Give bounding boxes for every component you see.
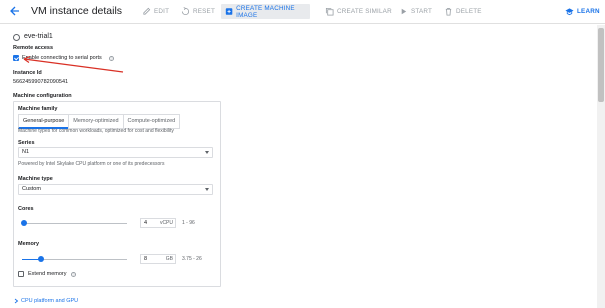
create-machine-image-button[interactable]: CREATE MACHINE IMAGE xyxy=(221,4,310,19)
memory-value: 8 xyxy=(144,256,148,262)
start-label: START xyxy=(411,8,433,15)
machine-configuration-heading: Machine configuration xyxy=(13,93,72,99)
remote-access-heading: Remote access xyxy=(13,45,54,51)
back-arrow-icon[interactable] xyxy=(9,5,21,17)
cores-slider-thumb[interactable] xyxy=(21,220,27,226)
memory-range: 3.75 - 26 xyxy=(182,256,202,262)
edit-button[interactable]: EDIT xyxy=(142,4,169,19)
play-icon xyxy=(401,8,407,15)
instance-status-icon xyxy=(13,34,20,41)
memory-input[interactable]: 8 GB xyxy=(140,254,176,264)
instance-name: eve-trial1 xyxy=(24,33,53,40)
reset-button[interactable]: RESET xyxy=(181,4,215,19)
instance-id-value: 5662459907820905​41 xyxy=(13,79,69,85)
chevron-right-icon[interactable] xyxy=(13,298,19,304)
cores-range: 1 - 96 xyxy=(182,220,195,226)
machine-family-tabs: General-purpose Memory-optimized Compute… xyxy=(18,114,181,129)
machine-family-hint: Machine types for common workloads, opti… xyxy=(18,128,174,134)
cores-value: 4 xyxy=(144,220,148,226)
toolbar-header: VM instance details EDIT RESET CREATE MA… xyxy=(0,0,605,24)
tab-general-purpose[interactable]: General-purpose xyxy=(18,114,70,129)
help-icon[interactable]: ? xyxy=(71,272,76,277)
reset-label: RESET xyxy=(193,8,215,15)
tab-compute-optimized[interactable]: Compute-optimized xyxy=(122,114,181,129)
add-box-icon xyxy=(225,8,233,15)
delete-label: DELETE xyxy=(456,8,482,15)
learn-button[interactable]: LEARN xyxy=(565,4,600,19)
machine-type-label: Machine type xyxy=(18,176,53,182)
page-title: VM instance details xyxy=(31,5,123,17)
series-hint: Powered by Intel Skylake CPU platform or… xyxy=(18,161,165,167)
learn-label: LEARN xyxy=(577,8,600,15)
trash-icon xyxy=(445,7,452,16)
cores-slider-track[interactable] xyxy=(22,223,127,224)
extend-memory-checkbox[interactable] xyxy=(18,271,24,277)
cores-input[interactable]: 4 vCPU xyxy=(140,218,176,228)
start-button[interactable]: START xyxy=(399,4,432,19)
memory-slider-thumb[interactable] xyxy=(38,256,44,262)
tab-memory-optimized[interactable]: Memory-optimized xyxy=(68,114,124,129)
create-similar-button[interactable]: CREATE SIMILAR xyxy=(325,4,392,19)
create-machine-image-label: CREATE MACHINE IMAGE xyxy=(236,4,295,19)
machine-type-select[interactable]: Custom xyxy=(18,184,213,195)
pencil-icon xyxy=(143,7,151,15)
edit-label: EDIT xyxy=(154,8,170,15)
cores-unit: vCPU xyxy=(159,220,173,226)
delete-button[interactable]: DELETE xyxy=(444,4,482,19)
instance-id-heading: Instance Id xyxy=(13,70,42,76)
scrollbar-thumb[interactable] xyxy=(598,28,604,102)
school-icon xyxy=(565,8,574,16)
memory-label: Memory xyxy=(18,241,40,247)
cpu-platform-gpu-link[interactable]: CPU platform and GPU xyxy=(21,298,78,304)
copy-icon xyxy=(325,7,334,16)
create-similar-label: CREATE SIMILAR xyxy=(337,8,392,15)
memory-unit: GB xyxy=(165,256,173,262)
extend-memory-label: Extend memory xyxy=(28,271,67,277)
series-select[interactable]: N1 xyxy=(18,147,213,158)
machine-family-label: Machine family xyxy=(18,106,58,112)
series-label: Series xyxy=(18,140,35,146)
cores-label: Cores xyxy=(18,206,34,212)
reset-icon xyxy=(181,7,190,16)
